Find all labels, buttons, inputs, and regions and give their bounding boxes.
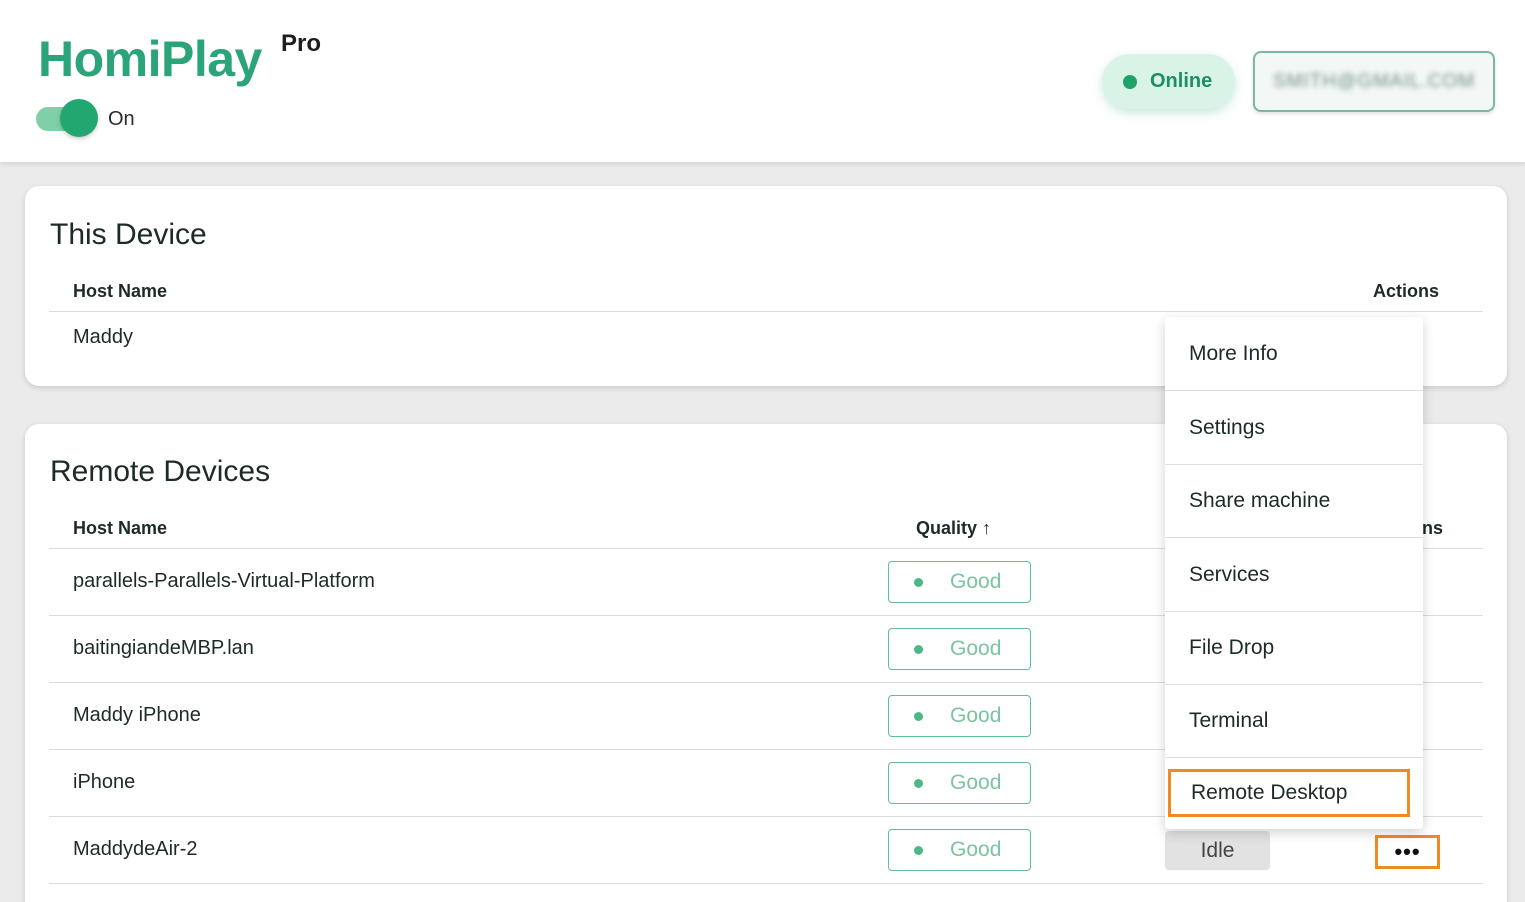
column-host-name[interactable]: Host Name bbox=[73, 518, 167, 539]
account-email: SMITH@GMAIL.COM bbox=[1272, 70, 1476, 92]
menu-item-share-machine[interactable]: Share machine bbox=[1165, 464, 1423, 537]
actions-context-menu: More Info Settings Share machine Service… bbox=[1165, 317, 1423, 829]
quality-text: Good bbox=[950, 771, 1002, 794]
table-row-host: MaddydeAir-2 bbox=[73, 838, 198, 860]
quality-dot-icon bbox=[914, 577, 923, 587]
online-status-text: Online bbox=[1150, 70, 1213, 92]
status-badge-idle: Idle bbox=[1165, 831, 1270, 870]
menu-item-file-drop[interactable]: File Drop bbox=[1165, 611, 1423, 684]
menu-item-remote-desktop[interactable]: Remote Desktop bbox=[1168, 769, 1410, 817]
quality-badge: Good bbox=[888, 628, 1031, 670]
this-device-host: Maddy bbox=[73, 326, 134, 348]
quality-text: Good bbox=[950, 838, 1002, 861]
menu-item-settings[interactable]: Settings bbox=[1165, 391, 1423, 464]
toggle-knob bbox=[60, 99, 98, 137]
brand-tier-badge: Pro bbox=[281, 30, 322, 57]
online-status-pill: Online bbox=[1102, 54, 1235, 109]
quality-text: Good bbox=[950, 704, 1002, 727]
service-toggle[interactable] bbox=[36, 99, 98, 139]
quality-badge: Good bbox=[888, 561, 1031, 603]
menu-item-services[interactable]: Services bbox=[1165, 538, 1423, 611]
quality-badge: Good bbox=[888, 695, 1031, 737]
table-row-host: Maddy iPhone bbox=[73, 704, 201, 726]
column-quality-sort[interactable]: Quality ↑ bbox=[916, 518, 991, 539]
table-row-host: iPhone bbox=[73, 771, 136, 793]
column-actions: Actions bbox=[1373, 281, 1440, 301]
more-actions-button[interactable]: ••• bbox=[1375, 835, 1440, 869]
online-dot-icon bbox=[1123, 74, 1137, 89]
row-divider bbox=[49, 883, 1483, 884]
table-row-host: parallels-Parallels-Virtual-Platform bbox=[73, 570, 375, 592]
brand-logo: HomiPlay bbox=[38, 31, 262, 87]
quality-dot-icon bbox=[914, 845, 923, 855]
column-host-name[interactable]: Host Name bbox=[73, 281, 167, 302]
table-row-host: baitingiandeMBP.lan bbox=[73, 637, 254, 659]
column-actions: ns bbox=[1422, 518, 1444, 538]
quality-text: Good bbox=[950, 637, 1002, 660]
remote-devices-title: Remote Devices bbox=[50, 455, 271, 488]
header-divider bbox=[49, 311, 1483, 312]
app-header: HomiPlay Pro On Online SMITH@GMAIL.COM bbox=[0, 0, 1525, 162]
menu-item-more-info[interactable]: More Info bbox=[1165, 317, 1423, 390]
this-device-title: This Device bbox=[50, 218, 207, 251]
account-button[interactable]: SMITH@GMAIL.COM bbox=[1253, 51, 1495, 112]
quality-badge: Good bbox=[888, 762, 1031, 804]
quality-text: Good bbox=[950, 570, 1002, 593]
quality-dot-icon bbox=[914, 778, 923, 788]
quality-dot-icon bbox=[914, 644, 923, 654]
toggle-label: On bbox=[108, 108, 135, 130]
quality-badge: Good bbox=[888, 829, 1031, 871]
menu-item-terminal[interactable]: Terminal bbox=[1165, 684, 1423, 757]
quality-dot-icon bbox=[914, 711, 923, 721]
menu-divider bbox=[1165, 757, 1423, 758]
